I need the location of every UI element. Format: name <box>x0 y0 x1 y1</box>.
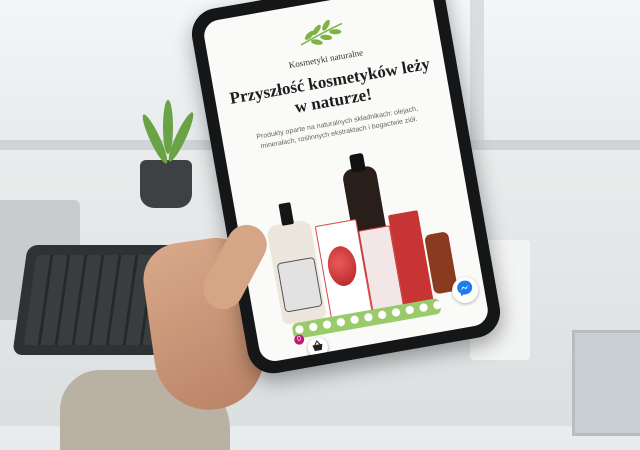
basket-icon <box>310 338 325 358</box>
cart-count-badge: 0 <box>293 333 306 346</box>
picture-frame <box>572 330 640 436</box>
bottle-cap <box>348 152 366 173</box>
plant-pot <box>140 160 192 208</box>
messenger-icon <box>454 277 476 303</box>
product-group-image <box>237 151 481 347</box>
tablet-screen: Kosmetyki naturalne Przyszłość kosmetykó… <box>201 0 491 364</box>
cart-button[interactable]: 0 <box>293 333 330 360</box>
window-mullion <box>470 0 484 140</box>
pump-top <box>278 202 295 226</box>
